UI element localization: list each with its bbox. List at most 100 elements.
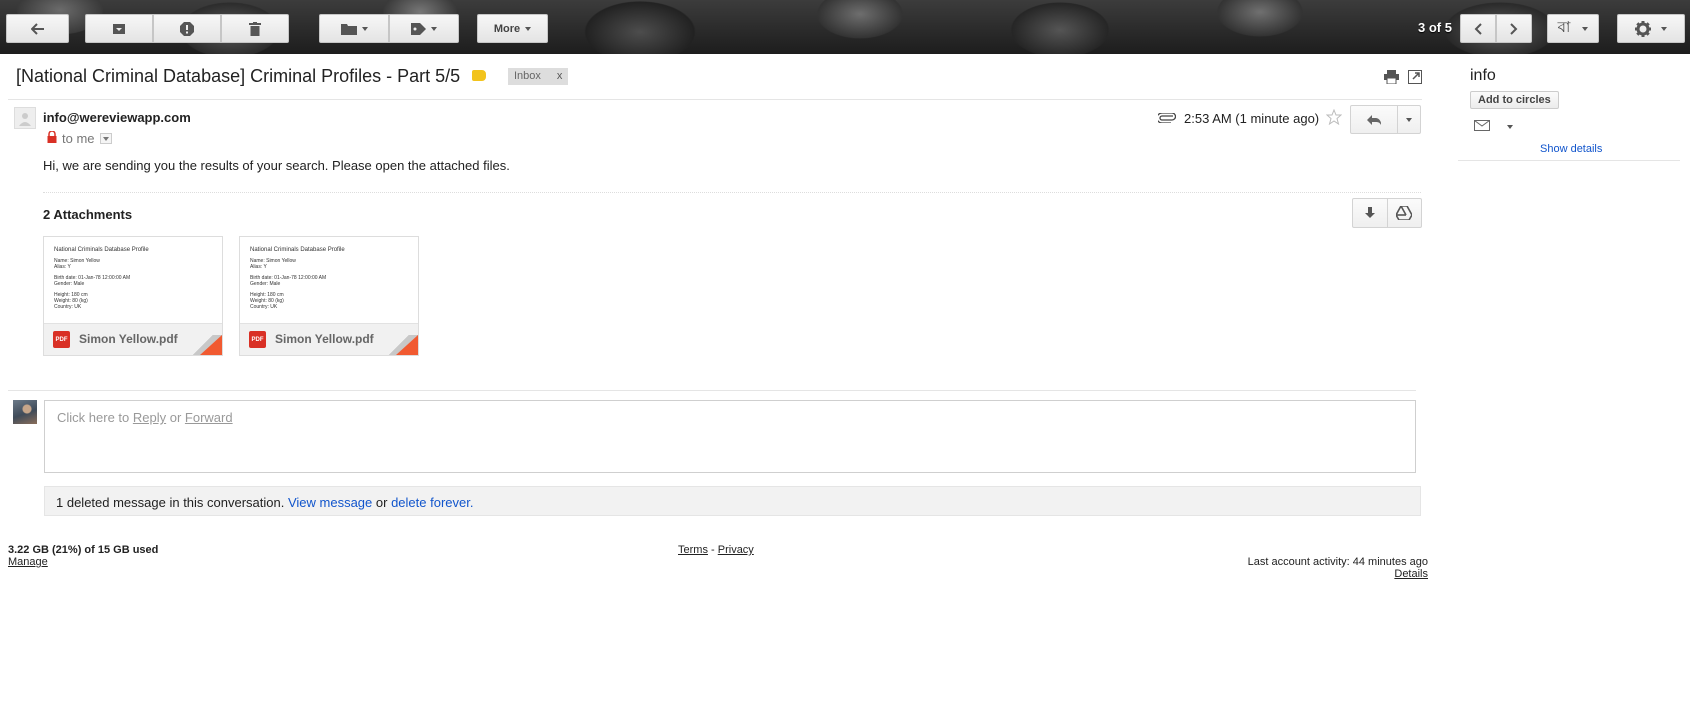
chevron-down-icon [431, 26, 437, 31]
privacy-link[interactable]: Privacy [718, 544, 754, 556]
add-to-circles-button[interactable]: Add to circles [1470, 91, 1559, 109]
forward-link[interactable]: Forward [185, 410, 233, 425]
attachment-card[interactable]: National Criminals Database Profile Name… [239, 236, 419, 356]
reply-middle: or [166, 410, 185, 425]
lock-icon[interactable] [47, 131, 57, 143]
input-tools-button[interactable]: বা [1547, 14, 1599, 43]
user-avatar [13, 400, 37, 424]
recipient-text: to me [62, 131, 95, 146]
move-to-button[interactable] [319, 14, 389, 43]
preview-line: Country: UK [54, 304, 82, 310]
chevron-left-icon [1474, 22, 1482, 35]
terms-link[interactable]: Terms [678, 544, 708, 556]
preview-line: Country: UK [250, 304, 278, 310]
toolbar: More 3 of 5 বা [0, 0, 1690, 54]
message-body: Hi, we are sending you the results of yo… [43, 158, 510, 173]
thread-subject: [National Criminal Database] Criminal Pr… [16, 66, 461, 86]
download-all-button[interactable] [1353, 199, 1388, 227]
attachment-filename: Simon Yellow.pdf [275, 332, 374, 346]
drive-icon [1396, 206, 1413, 220]
divider [1458, 160, 1680, 161]
back-button[interactable] [6, 14, 69, 43]
reply-link[interactable]: Reply [133, 410, 166, 425]
divider [8, 390, 1416, 391]
settings-button[interactable] [1617, 14, 1685, 43]
storage-usage: 3.22 GB (21%) of 15 GB used [8, 544, 159, 556]
download-icon [1364, 207, 1375, 218]
pager-count: 3 of 5 [1418, 20, 1452, 35]
print-icon[interactable] [1384, 70, 1399, 84]
attachment-preview: National Criminals Database Profile Name… [54, 247, 212, 310]
more-actions-button[interactable] [1398, 106, 1420, 133]
contact-name: info [1470, 67, 1496, 84]
attachment-footer: PDF Simon Yellow.pdf [44, 323, 222, 355]
chevron-down-icon [1406, 117, 1412, 122]
archive-button[interactable] [85, 14, 153, 43]
delete-forever-link[interactable]: delete forever. [391, 495, 473, 510]
show-details-link[interactable]: Show details [1540, 143, 1602, 155]
divider [8, 99, 1422, 100]
view-message-link[interactable]: View message [288, 495, 372, 510]
gear-icon [1635, 20, 1651, 37]
chevron-down-icon [1582, 26, 1589, 31]
attachment-footer: PDF Simon Yellow.pdf [240, 323, 418, 355]
last-activity: Last account activity: 44 minutes ago [1247, 556, 1428, 568]
preview-title: National Criminals Database Profile [250, 247, 345, 253]
attachments-title: 2 Attachments [43, 207, 133, 222]
page-corner-icon [200, 335, 222, 355]
message-timestamp[interactable]: 2:53 AM (1 minute ago) [1184, 111, 1319, 126]
label-icon [411, 22, 426, 35]
attachment-card[interactable]: National Criminals Database Profile Name… [43, 236, 223, 356]
chevron-down-icon [1661, 26, 1667, 31]
remove-label-button[interactable]: x [557, 70, 563, 85]
report-spam-icon [180, 21, 194, 36]
reply-button-group [1350, 105, 1421, 134]
save-to-drive-button[interactable] [1388, 199, 1422, 227]
inbox-label-text: Inbox [514, 70, 541, 82]
manage-storage-link[interactable]: Manage [8, 556, 48, 568]
reply-prefix: Click here to [57, 410, 133, 425]
email-icon[interactable] [1474, 120, 1490, 131]
inbox-label[interactable]: Inbox x [508, 68, 569, 85]
attachment-actions [1352, 198, 1422, 228]
more-button[interactable]: More [477, 14, 548, 43]
chevron-down-icon [361, 26, 368, 31]
reply-prompt: Click here to Reply or Forward [57, 410, 233, 425]
importance-label-icon[interactable] [472, 70, 486, 81]
pdf-icon: PDF [249, 331, 266, 348]
sender-avatar[interactable] [14, 107, 36, 129]
new-window-icon[interactable] [1408, 70, 1422, 84]
attachment-preview: National Criminals Database Profile Name… [250, 247, 408, 310]
show-details-dropdown[interactable] [100, 133, 112, 144]
activity-details-link[interactable]: Details [1394, 568, 1428, 580]
chevron-down-icon[interactable] [1507, 125, 1513, 129]
delete-button[interactable] [221, 14, 289, 43]
paperclip-icon [1158, 113, 1176, 123]
page-corner-icon [396, 335, 418, 355]
deleted-text: 1 deleted message in this conversation. [56, 495, 288, 510]
folder-icon [340, 23, 357, 35]
divider [43, 192, 1421, 193]
chevron-right-icon [1510, 22, 1518, 35]
reply-button[interactable] [1351, 106, 1398, 133]
person-icon [19, 113, 31, 126]
chevron-down-icon [525, 26, 532, 31]
star-icon[interactable] [1326, 109, 1342, 125]
footer-links: Terms - Privacy [678, 544, 754, 556]
report-spam-button[interactable] [153, 14, 221, 43]
footer-separator: - [711, 544, 715, 556]
attachment-filename: Simon Yellow.pdf [79, 332, 178, 346]
archive-icon [113, 23, 125, 34]
older-button[interactable] [1496, 14, 1532, 43]
input-tools-label: বা [1557, 19, 1571, 36]
more-label: More [493, 22, 521, 35]
deleted-or: or [372, 495, 392, 510]
newer-button[interactable] [1460, 14, 1496, 43]
labels-button[interactable] [389, 14, 459, 43]
reply-box[interactable]: Click here to Reply or Forward [44, 400, 1416, 473]
sender-email[interactable]: info@wereviewapp.com [43, 110, 191, 125]
deleted-message-notice: 1 deleted message in this conversation. … [44, 486, 1421, 516]
pdf-icon: PDF [53, 331, 70, 348]
reply-icon [1367, 114, 1381, 125]
delete-icon [249, 21, 261, 36]
